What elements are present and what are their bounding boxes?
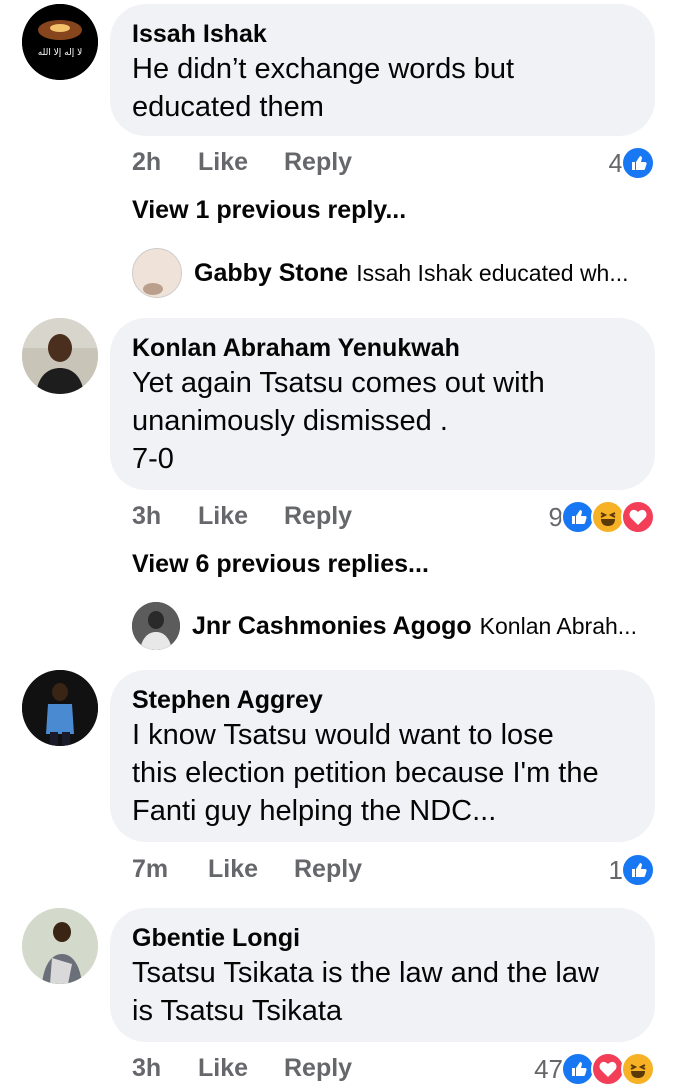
commenter-name[interactable]: Issah Ishak	[132, 18, 633, 50]
comment-meta: 3h Like Reply	[132, 1054, 352, 1083]
comment-line: He didn’t exchange words but	[132, 53, 515, 85]
avatar[interactable]	[22, 670, 98, 746]
comment-line: educated them	[132, 91, 324, 123]
comment-line: 7-0	[132, 443, 174, 475]
comment-bubble: Stephen Aggrey I know Tsatsu would want …	[110, 670, 655, 842]
reply-button[interactable]: Reply	[294, 855, 362, 884]
reply-snippet: Issah Ishak educated wh...	[356, 259, 629, 286]
love-icon	[591, 1052, 625, 1086]
avatar	[132, 602, 180, 650]
view-previous-replies[interactable]: View 6 previous replies...	[132, 550, 429, 579]
comment-line: Tsatsu Tsikata is the law and the law	[132, 957, 599, 989]
comment-bubble: Konlan Abraham Yenukwah Yet again Tsatsu…	[110, 318, 655, 490]
commenter-name[interactable]: Gbentie Longi	[132, 922, 633, 954]
comment-bubble: Gbentie Longi Tsatsu Tsikata is the law …	[110, 908, 655, 1042]
reply-button[interactable]: Reply	[284, 502, 352, 531]
like-icon	[561, 500, 595, 534]
avatar[interactable]	[22, 318, 98, 394]
reaction-summary[interactable]: 4	[609, 146, 655, 180]
timestamp[interactable]: 2h	[132, 148, 198, 177]
comment-meta: 3h Like Reply	[132, 502, 352, 531]
reply-preview[interactable]: Gabby Stone Issah Ishak educated wh...	[132, 248, 629, 298]
reaction-summary[interactable]: 9	[549, 500, 655, 534]
avatar[interactable]: لا إله إلا الله	[22, 4, 98, 80]
comment-line: I know Tsatsu would want to lose	[132, 719, 554, 751]
reply-preview[interactable]: Jnr Cashmonies Agogo Konlan Abrah...	[132, 602, 637, 650]
reaction-summary[interactable]: 1	[609, 853, 655, 887]
comment-line: Yet again Tsatsu comes out with	[132, 367, 545, 399]
commenter-name[interactable]: Konlan Abraham Yenukwah	[132, 332, 633, 364]
comment-meta: 2h Like Reply	[132, 148, 352, 177]
avatar[interactable]	[22, 908, 98, 984]
haha-icon	[591, 500, 625, 534]
comment-bubble: Issah Ishak He didn’t exchange words but…	[110, 4, 655, 136]
avatar	[132, 248, 182, 298]
reply-button[interactable]: Reply	[284, 1054, 352, 1083]
reply-snippet: Konlan Abrah...	[479, 612, 637, 639]
reply-author: Gabby Stone	[194, 258, 349, 287]
like-button[interactable]: Like	[198, 1054, 284, 1083]
like-button[interactable]: Like	[198, 148, 284, 177]
comment-line: unanimously dismissed .	[132, 405, 448, 437]
comment-meta: 7m Like Reply	[132, 855, 362, 884]
haha-icon	[621, 1052, 655, 1086]
timestamp[interactable]: 3h	[132, 502, 198, 531]
comment-line: Fanti guy helping the NDC...	[132, 795, 497, 827]
reaction-summary[interactable]: 47	[534, 1052, 655, 1086]
timestamp[interactable]: 7m	[132, 855, 208, 884]
like-icon	[621, 146, 655, 180]
like-button[interactable]: Like	[198, 502, 284, 531]
avatar-text: لا إله إلا الله	[37, 48, 83, 58]
reply-author: Jnr Cashmonies Agogo	[192, 611, 472, 640]
commenter-name[interactable]: Stephen Aggrey	[132, 684, 633, 716]
like-button[interactable]: Like	[208, 855, 294, 884]
like-icon	[621, 853, 655, 887]
comment-line: this election petition because I'm the	[132, 757, 599, 789]
love-icon	[621, 500, 655, 534]
reply-button[interactable]: Reply	[284, 148, 352, 177]
like-icon	[561, 1052, 595, 1086]
view-previous-replies[interactable]: View 1 previous reply...	[132, 196, 406, 225]
comment-line: is Tsatsu Tsikata	[132, 995, 343, 1027]
timestamp[interactable]: 3h	[132, 1054, 198, 1083]
